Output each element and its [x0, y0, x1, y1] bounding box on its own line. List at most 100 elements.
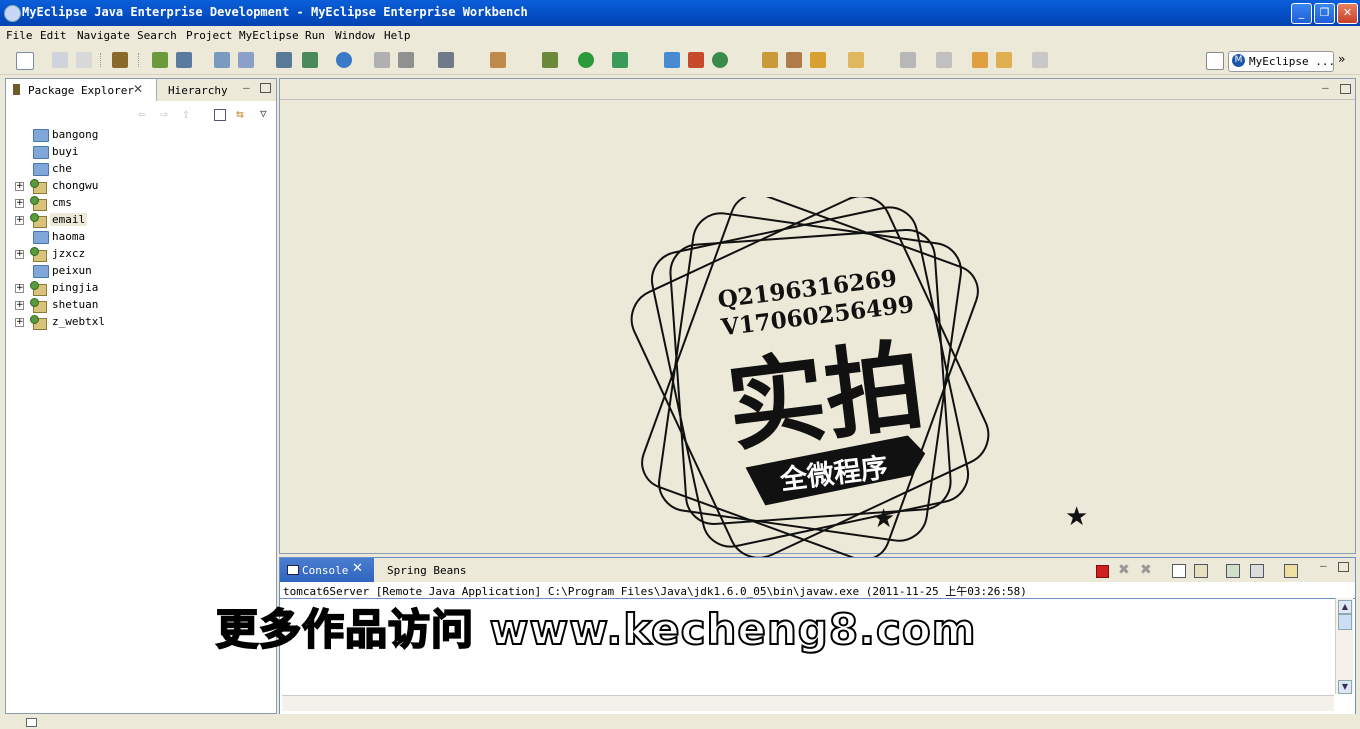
tab-console[interactable]: Console ✕ — [280, 558, 374, 582]
last-edit-icon[interactable] — [972, 52, 988, 68]
expand-icon[interactable]: + — [15, 216, 24, 225]
java-project-icon — [30, 315, 47, 330]
menu-file[interactable]: File — [6, 29, 33, 42]
back-arrow-icon[interactable] — [996, 52, 1012, 68]
more-perspectives-icon[interactable]: » — [1338, 52, 1345, 66]
run-icon[interactable] — [578, 52, 594, 68]
back-icon[interactable]: ⇦ — [138, 107, 152, 122]
tab-console-label: Console — [302, 564, 349, 577]
fast-view-icon[interactable] — [26, 718, 37, 727]
open-resource-icon[interactable] — [786, 52, 802, 68]
java-project-icon — [30, 179, 47, 194]
save-icon[interactable] — [52, 52, 68, 68]
maximize-editor-icon[interactable] — [1340, 84, 1351, 94]
expand-icon[interactable]: + — [15, 284, 24, 293]
refresh-icon[interactable] — [398, 52, 414, 68]
menu-edit[interactable]: Edit — [40, 29, 67, 42]
open-type-icon[interactable] — [762, 52, 778, 68]
screenshot-icon[interactable] — [438, 52, 454, 68]
open-console-icon[interactable] — [1284, 564, 1298, 578]
pin-console-icon[interactable] — [1226, 564, 1240, 578]
scroll-lock-icon[interactable] — [1194, 564, 1208, 578]
close-tab-icon[interactable]: ✕ — [133, 82, 143, 96]
main-toolbar: » — [0, 46, 1360, 75]
menu-navigate[interactable]: Navigate — [77, 29, 130, 42]
new-icon[interactable] — [16, 52, 34, 70]
menu-run[interactable]: Run — [305, 29, 325, 42]
menu-project[interactable]: Project — [186, 29, 232, 42]
perspective-myeclipse-button[interactable]: M MyEclipse ... — [1228, 51, 1335, 72]
editor-header: — — [280, 79, 1355, 100]
bug-icon[interactable] — [542, 52, 558, 68]
menu-window[interactable]: Window — [335, 29, 375, 42]
wizard-icon[interactable] — [490, 52, 506, 68]
display-console-icon[interactable] — [1250, 564, 1264, 578]
remove-launch-icon[interactable]: ✖ — [1118, 562, 1130, 578]
browser-icon[interactable] — [238, 52, 254, 68]
java-project-icon — [30, 281, 47, 296]
close-button[interactable]: ✕ — [1337, 3, 1358, 24]
view-menu-icon[interactable]: ▽ — [260, 107, 274, 121]
menu-myeclipse[interactable]: MyEclipse — [239, 29, 299, 42]
search-icon[interactable] — [810, 52, 826, 68]
folder-icon — [33, 231, 49, 244]
site-watermark: 更多作品访问 www.kecheng8.com — [215, 604, 977, 655]
new-class-icon[interactable] — [688, 52, 704, 68]
run-server-icon[interactable] — [302, 52, 318, 68]
link-with-editor-icon[interactable]: ⇆ — [236, 107, 250, 122]
archive-icon[interactable] — [112, 52, 128, 68]
expand-icon[interactable]: + — [15, 199, 24, 208]
restore-button[interactable]: ❐ — [1314, 3, 1335, 24]
java-project-icon — [30, 298, 47, 313]
expand-icon[interactable]: + — [15, 182, 24, 191]
console-horizontal-scrollbar[interactable] — [282, 695, 1334, 711]
new-package-icon[interactable] — [664, 52, 680, 68]
java-project-icon — [30, 196, 47, 211]
tab-hierarchy[interactable]: Hierarchy — [168, 84, 228, 97]
deploy-icon[interactable] — [214, 52, 230, 68]
tab-spring-beans[interactable]: Spring Beans — [387, 564, 466, 577]
debug-icon[interactable] — [152, 52, 168, 68]
globe-icon[interactable] — [336, 52, 352, 68]
maximize-view-icon[interactable] — [260, 83, 271, 93]
remove-all-icon[interactable]: ✖ — [1140, 562, 1152, 578]
server-icon[interactable] — [176, 52, 192, 68]
scroll-up-icon[interactable]: ▲ — [1338, 600, 1352, 614]
open-folder-icon[interactable] — [848, 52, 864, 68]
minimize-console-icon[interactable]: — — [1320, 559, 1327, 572]
next-annotation-icon[interactable] — [936, 52, 952, 68]
window-title: MyEclipse Java Enterprise Development - … — [22, 5, 528, 19]
expand-icon[interactable]: + — [15, 318, 24, 327]
folder-icon — [33, 163, 49, 176]
forward-icon[interactable]: ⇨ — [160, 107, 174, 122]
annotation-icon[interactable] — [900, 52, 916, 68]
close-console-icon[interactable]: ✕ — [352, 561, 363, 576]
back-icon[interactable] — [374, 52, 390, 68]
scroll-down-icon[interactable]: ▼ — [1338, 680, 1352, 694]
expand-icon[interactable]: + — [15, 301, 24, 310]
menu-search[interactable]: Search — [137, 29, 177, 42]
stamp-watermark: Q2196316269 V17060256499 实拍 全微程序 ★ ★ — [630, 197, 1088, 561]
expand-icon[interactable]: + — [15, 250, 24, 259]
status-bar — [0, 714, 1360, 729]
external-tools-icon[interactable] — [612, 52, 628, 68]
print-icon[interactable] — [76, 52, 92, 68]
open-perspective-icon[interactable] — [1206, 52, 1224, 70]
up-icon[interactable]: ⇧ — [182, 107, 196, 122]
tab-package-explorer-label: Package Explorer — [28, 84, 134, 97]
maximize-console-icon[interactable] — [1338, 562, 1349, 572]
terminate-icon[interactable] — [1096, 565, 1109, 578]
collapse-all-icon[interactable] — [214, 109, 226, 121]
myeclipse-icon: M — [1232, 54, 1245, 67]
web-icon[interactable] — [276, 52, 292, 68]
new-interface-icon[interactable] — [712, 52, 728, 68]
tab-package-explorer[interactable]: Package Explorer ✕ — [6, 79, 157, 101]
console-vertical-scrollbar[interactable]: ▲ ▼ — [1335, 598, 1353, 694]
forward-arrow-icon[interactable] — [1032, 52, 1048, 68]
minimize-button[interactable]: _ — [1291, 3, 1312, 24]
minimize-editor-icon[interactable]: — — [1322, 81, 1329, 94]
menu-help[interactable]: Help — [384, 29, 411, 42]
scroll-thumb[interactable] — [1338, 614, 1352, 630]
minimize-view-icon[interactable]: — — [243, 81, 250, 94]
clear-console-icon[interactable] — [1172, 564, 1186, 578]
